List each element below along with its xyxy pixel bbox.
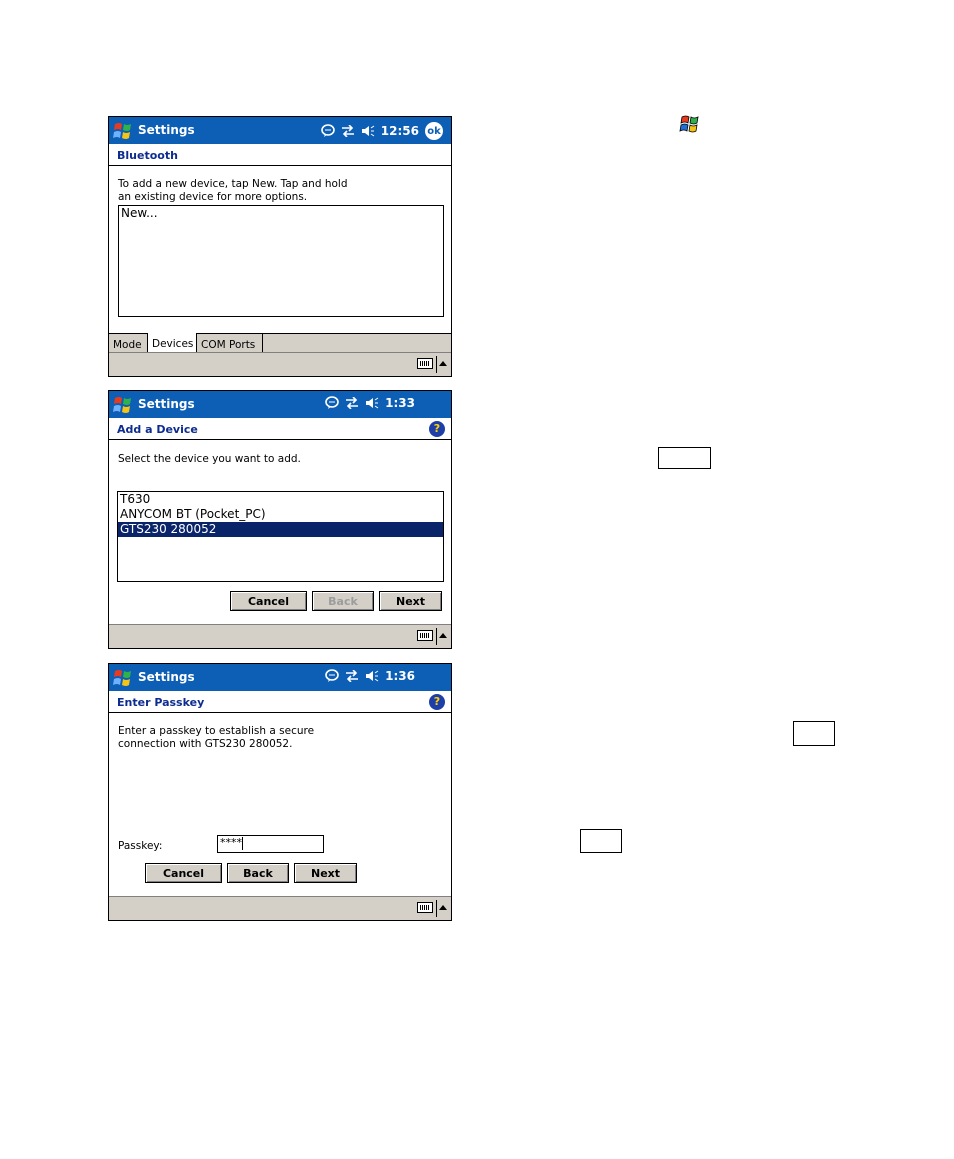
divider xyxy=(436,900,437,917)
add-device-screen: Settings 1:33 Add a Device ? Select the … xyxy=(108,390,452,649)
input-panel-arrow-icon[interactable] xyxy=(439,905,447,910)
button-placeholder-box xyxy=(793,721,835,746)
status-area: 1:36 xyxy=(325,669,415,683)
connectivity-arrows-icon[interactable] xyxy=(345,397,359,409)
divider xyxy=(436,356,437,373)
status-area: 1:33 xyxy=(325,396,415,410)
command-bar xyxy=(109,624,451,648)
page-header: Enter Passkey ? xyxy=(109,691,451,713)
cancel-button[interactable]: Cancel xyxy=(145,863,222,883)
status-area: 12:56 ok xyxy=(320,122,443,140)
input-panel-arrow-icon[interactable] xyxy=(439,633,447,638)
help-icon[interactable]: ? xyxy=(429,421,445,437)
page-title: Add a Device xyxy=(117,423,198,436)
cancel-button[interactable]: Cancel xyxy=(230,591,307,611)
instructions: To add a new device, tap New. Tap and ho… xyxy=(118,178,348,204)
app-title: Settings xyxy=(138,670,195,684)
windows-flag-icon xyxy=(679,115,699,133)
page-header: Bluetooth xyxy=(109,144,451,166)
clock[interactable]: 1:36 xyxy=(385,669,415,683)
page-title: Bluetooth xyxy=(117,149,178,162)
app-title: Settings xyxy=(138,123,195,137)
keyboard-icon[interactable] xyxy=(417,358,433,369)
clock[interactable]: 1:33 xyxy=(385,396,415,410)
speech-bubble-icon[interactable] xyxy=(320,124,335,138)
bluetooth-devices-screen: Settings 12:56 ok Bluetooth To add a new… xyxy=(108,116,452,377)
back-button[interactable]: Back xyxy=(312,591,374,611)
page-header: Add a Device ? xyxy=(109,418,451,440)
start-menu-flag-icon[interactable] xyxy=(113,121,133,141)
instruction-line: To add a new device, tap New. Tap and ho… xyxy=(118,178,348,190)
next-button[interactable]: Next xyxy=(379,591,442,611)
speech-bubble-icon[interactable] xyxy=(325,669,339,683)
clock[interactable]: 12:56 xyxy=(381,124,419,138)
speaker-icon[interactable] xyxy=(365,670,379,682)
instruction-line: connection with GTS230 280052. xyxy=(118,738,293,750)
divider xyxy=(436,628,437,645)
title-bar: Settings 1:36 xyxy=(109,664,451,691)
speaker-icon[interactable] xyxy=(365,397,379,409)
command-bar xyxy=(109,352,451,376)
help-icon[interactable]: ? xyxy=(429,694,445,710)
list-item[interactable]: T630 xyxy=(118,492,443,507)
next-button[interactable]: Next xyxy=(294,863,357,883)
list-item-selected[interactable]: GTS230 280052 xyxy=(118,522,443,537)
speaker-icon[interactable] xyxy=(361,125,375,137)
title-bar: Settings 12:56 ok xyxy=(109,117,451,144)
instructions: Select the device you want to add. xyxy=(118,453,301,465)
list-item-new[interactable]: New... xyxy=(119,206,443,221)
button-placeholder-box xyxy=(658,447,711,469)
list-item[interactable]: ANYCOM BT (Pocket_PC) xyxy=(118,507,443,522)
instructions: Enter a passkey to establish a secure co… xyxy=(118,725,314,751)
keyboard-icon[interactable] xyxy=(417,630,433,641)
page-title: Enter Passkey xyxy=(117,696,205,709)
passkey-value: **** xyxy=(220,836,242,849)
start-menu-flag-icon[interactable] xyxy=(113,668,133,688)
connectivity-arrows-icon[interactable] xyxy=(345,670,359,682)
passkey-input[interactable]: **** xyxy=(217,835,324,853)
connectivity-arrows-icon[interactable] xyxy=(341,125,355,137)
button-placeholder-box xyxy=(580,829,622,853)
instruction-line: an existing device for more options. xyxy=(118,191,308,203)
passkey-label: Passkey: xyxy=(118,840,163,852)
title-bar: Settings 1:33 xyxy=(109,391,451,418)
instruction-line: Enter a passkey to establish a secure xyxy=(118,725,315,737)
keyboard-icon[interactable] xyxy=(417,902,433,913)
enter-passkey-screen: Settings 1:36 Enter Passkey ? Enter a pa… xyxy=(108,663,452,921)
start-menu-flag-icon[interactable] xyxy=(113,395,133,415)
app-title: Settings xyxy=(138,397,195,411)
text-caret xyxy=(242,836,243,850)
ok-button[interactable]: ok xyxy=(425,122,443,140)
back-button[interactable]: Back xyxy=(227,863,289,883)
device-list[interactable]: New... xyxy=(118,205,444,317)
input-panel-arrow-icon[interactable] xyxy=(439,361,447,366)
device-list[interactable]: T630 ANYCOM BT (Pocket_PC) GTS230 280052 xyxy=(117,491,444,582)
speech-bubble-icon[interactable] xyxy=(325,396,339,410)
command-bar xyxy=(109,896,451,920)
